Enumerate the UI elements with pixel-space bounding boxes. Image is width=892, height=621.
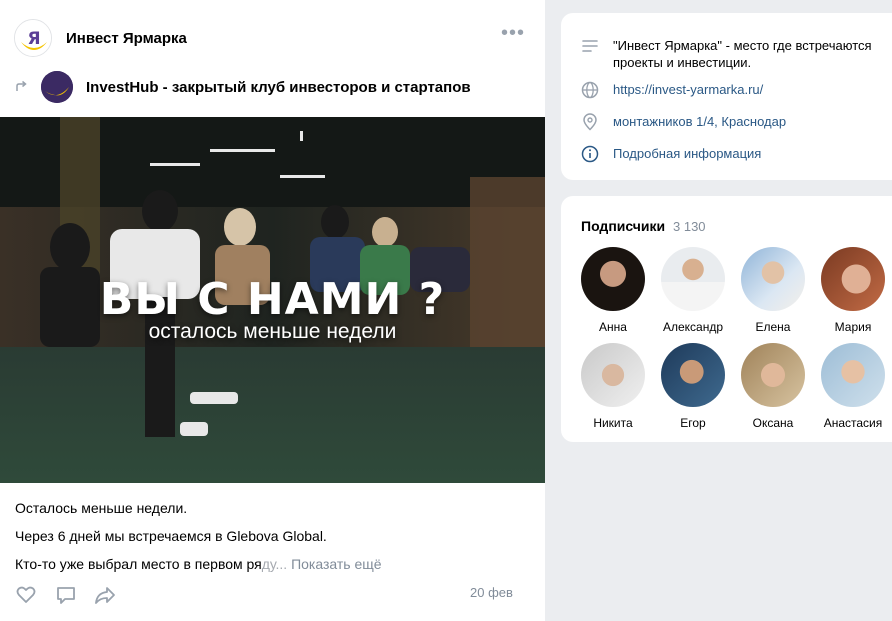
- website-link[interactable]: https://invest-yarmarka.ru/: [613, 81, 873, 98]
- community-description: "Инвест Ярмарка" - место где встречаются…: [613, 38, 872, 70]
- subscriber-name: Анна: [599, 320, 627, 334]
- comment-icon[interactable]: [55, 584, 77, 606]
- post-text-fade: ду...: [261, 556, 288, 572]
- globe-icon: [581, 81, 599, 99]
- subscriber-avatar: [741, 247, 805, 311]
- subscribers-card: Подписчики 3 130 Анна Александр Елена Ма…: [561, 196, 892, 442]
- subscriber-avatar: [821, 343, 885, 407]
- subscriber-avatar: [821, 247, 885, 311]
- post-date[interactable]: 20 фев: [470, 585, 513, 600]
- subscriber-name: Александр: [662, 320, 724, 334]
- post-text-line-part: Кто-то уже выбрал место в первом ря: [15, 556, 262, 572]
- post-actions: 20 фев: [0, 580, 545, 610]
- address-link[interactable]: монтажников 1/4, Краснодар: [613, 113, 873, 130]
- post-image-subheadline: осталось меньше недели: [148, 320, 397, 343]
- subscriber-avatar: [661, 247, 725, 311]
- subscribers-title[interactable]: Подписчики: [581, 218, 665, 234]
- repost-arrow-icon: [16, 80, 27, 91]
- subscriber-item[interactable]: Егор: [653, 343, 733, 430]
- repost-avatar[interactable]: [41, 71, 73, 103]
- subscriber-item[interactable]: Никита: [573, 343, 653, 430]
- post-text-line: Кто-то уже выбрал место в первом ряду...…: [15, 556, 535, 572]
- post-image[interactable]: ВЫ С НАМИ ? осталось меньше недели: [0, 117, 545, 483]
- share-icon[interactable]: [94, 584, 116, 606]
- subscriber-item[interactable]: Анастасия: [813, 343, 892, 430]
- post-text-line: Через 6 дней мы встречаемся в Glebova Gl…: [15, 528, 327, 544]
- subscriber-item[interactable]: Анна: [573, 247, 653, 334]
- post-header: Я Инвест Ярмарка •••: [0, 0, 545, 70]
- like-icon[interactable]: [15, 584, 37, 606]
- author-name[interactable]: Инвест Ярмарка: [66, 30, 187, 47]
- details-link[interactable]: Подробная информация: [613, 145, 873, 162]
- subscriber-item[interactable]: Оксана: [733, 343, 813, 430]
- subscriber-name: Никита: [593, 416, 633, 430]
- repost-source-name[interactable]: InvestHub - закрытый клуб инвесторов и с…: [86, 79, 471, 96]
- svg-text:Я: Я: [27, 29, 40, 49]
- author-avatar[interactable]: Я: [14, 19, 52, 57]
- subscriber-name: Елена: [755, 320, 791, 334]
- community-info-card: "Инвест Ярмарка" - место где встречаются…: [561, 13, 892, 180]
- subscriber-item[interactable]: Мария: [813, 247, 892, 334]
- subscriber-item[interactable]: Александр: [653, 247, 733, 334]
- info-icon: [581, 145, 599, 163]
- post-text-line: Осталось меньше недели.: [15, 500, 188, 516]
- logo-icon: Я: [15, 20, 51, 56]
- location-icon: [583, 113, 597, 131]
- subscriber-name: Анастасия: [823, 416, 883, 430]
- subscriber-avatar: [741, 343, 805, 407]
- show-more-link[interactable]: Показать ещё: [291, 556, 382, 572]
- description-icon: [582, 40, 598, 52]
- subscriber-name: Мария: [834, 320, 872, 334]
- subscribers-count[interactable]: 3 130: [673, 219, 706, 234]
- subscriber-avatar: [581, 247, 645, 311]
- post-card: Я Инвест Ярмарка ••• InvestHub - закрыты…: [0, 0, 545, 621]
- more-icon[interactable]: •••: [500, 23, 526, 48]
- subscriber-name: Оксана: [752, 416, 794, 430]
- subscriber-name: Егор: [680, 416, 706, 430]
- subscriber-item[interactable]: Елена: [733, 247, 813, 334]
- repost-row: InvestHub - закрытый клуб инвесторов и с…: [0, 70, 545, 106]
- subscriber-avatar: [581, 343, 645, 407]
- subscriber-avatar: [661, 343, 725, 407]
- post-image-headline: ВЫ С НАМИ ?: [99, 274, 446, 325]
